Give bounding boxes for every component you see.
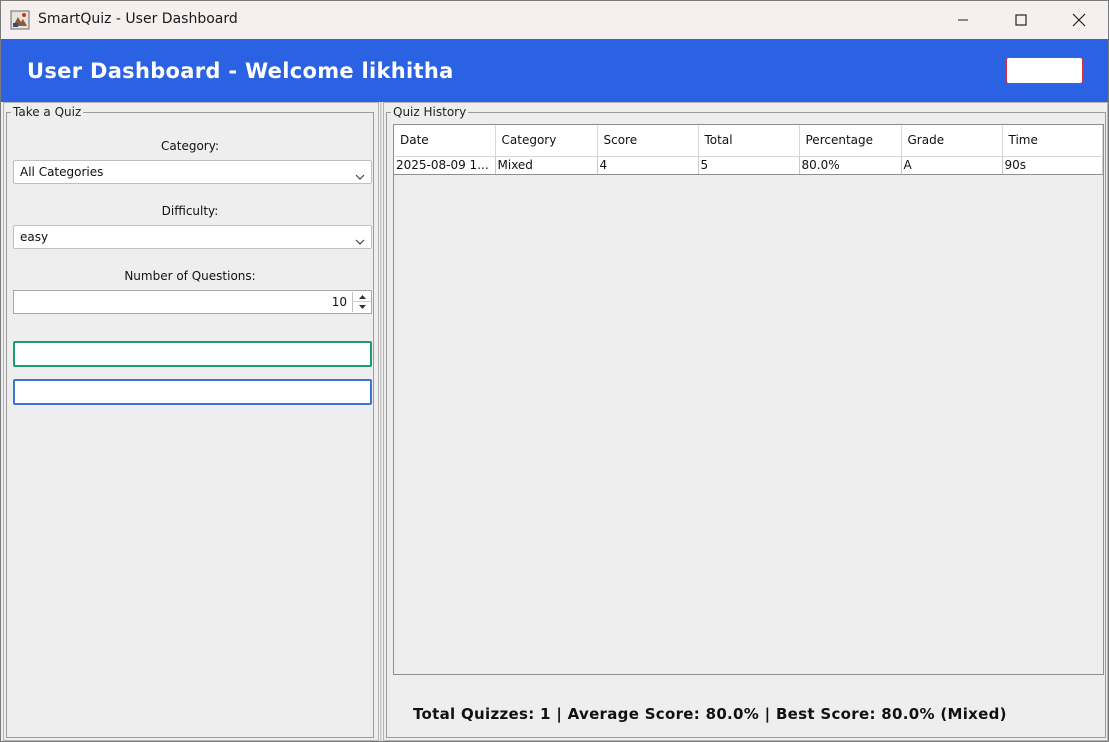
difficulty-value: easy xyxy=(20,230,49,244)
cell-percentage[interactable]: 80.0% xyxy=(799,156,902,175)
quiz-history-group: Quiz History Date Category Score Total P… xyxy=(386,105,1106,738)
table-header-row: Date Category Score Total Percentage Gra… xyxy=(394,125,1103,157)
cell-time[interactable]: 90s xyxy=(1002,156,1103,175)
history-panel: Quiz History Date Category Score Total P… xyxy=(383,102,1108,741)
window-title: SmartQuiz - User Dashboard xyxy=(38,11,238,27)
take-quiz-group: Take a Quiz Category: All Categories Dif… xyxy=(6,105,374,738)
column-header-total[interactable]: Total xyxy=(698,125,800,157)
column-header-time[interactable]: Time xyxy=(1002,125,1103,157)
maximize-icon xyxy=(1015,14,1027,26)
split-divider[interactable] xyxy=(380,102,382,741)
take-quiz-legend: Take a Quiz xyxy=(11,105,84,119)
app-window: SmartQuiz - User Dashboard User Dashboar… xyxy=(0,0,1109,742)
minimize-icon xyxy=(958,19,968,21)
column-header-grade[interactable]: Grade xyxy=(901,125,1003,157)
history-table-scrollpane[interactable]: Date Category Score Total Percentage Gra… xyxy=(393,124,1104,675)
secondary-action-button[interactable] xyxy=(13,379,372,405)
category-select[interactable]: All Categories xyxy=(13,160,372,184)
cell-grade[interactable]: A xyxy=(901,156,1003,175)
spinner-buttons xyxy=(352,292,371,312)
history-table[interactable]: Date Category Score Total Percentage Gra… xyxy=(394,125,1103,175)
column-header-category[interactable]: Category xyxy=(495,125,598,157)
start-quiz-button[interactable]: Start Quiz xyxy=(13,341,372,367)
arrow-up-icon xyxy=(358,294,366,299)
column-header-percentage[interactable]: Percentage xyxy=(799,125,902,157)
num-questions-value: 10 xyxy=(331,295,347,309)
dashboard-header: User Dashboard - Welcome likhitha xyxy=(1,39,1108,102)
column-header-date[interactable]: Date xyxy=(394,125,496,157)
close-icon xyxy=(1072,13,1086,27)
quiz-panel: Take a Quiz Category: All Categories Dif… xyxy=(3,102,379,741)
category-label: Category: xyxy=(161,139,219,153)
category-value: All Categories xyxy=(20,165,104,179)
chevron-down-icon xyxy=(355,234,365,248)
difficulty-select[interactable]: easy xyxy=(13,225,372,249)
num-questions-spinner[interactable]: 10 xyxy=(13,290,372,314)
table-row[interactable]: 2025-08-09 1... Mixed 4 5 80.0% A 90s xyxy=(394,156,1103,175)
spinner-up-button[interactable] xyxy=(353,292,371,302)
stats-summary: Total Quizzes: 1 | Average Score: 80.0% … xyxy=(413,705,1007,723)
maximize-button[interactable] xyxy=(992,1,1050,39)
minimize-button[interactable] xyxy=(934,1,992,39)
cell-date[interactable]: 2025-08-09 1... xyxy=(394,156,496,175)
cell-category[interactable]: Mixed xyxy=(495,156,598,175)
java-app-icon xyxy=(10,10,30,30)
chevron-down-icon xyxy=(355,169,365,183)
quiz-history-legend: Quiz History xyxy=(391,105,469,119)
logout-button[interactable] xyxy=(1006,57,1083,84)
cell-total[interactable]: 5 xyxy=(698,156,800,175)
spinner-down-button[interactable] xyxy=(353,302,371,312)
close-button[interactable] xyxy=(1050,1,1108,39)
column-header-score[interactable]: Score xyxy=(597,125,699,157)
num-questions-label: Number of Questions: xyxy=(124,269,256,283)
cell-score[interactable]: 4 xyxy=(597,156,699,175)
arrow-down-icon xyxy=(358,305,366,309)
difficulty-label: Difficulty: xyxy=(161,204,219,218)
header-title: User Dashboard - Welcome likhitha xyxy=(27,59,454,83)
title-bar[interactable]: SmartQuiz - User Dashboard xyxy=(1,1,1108,39)
